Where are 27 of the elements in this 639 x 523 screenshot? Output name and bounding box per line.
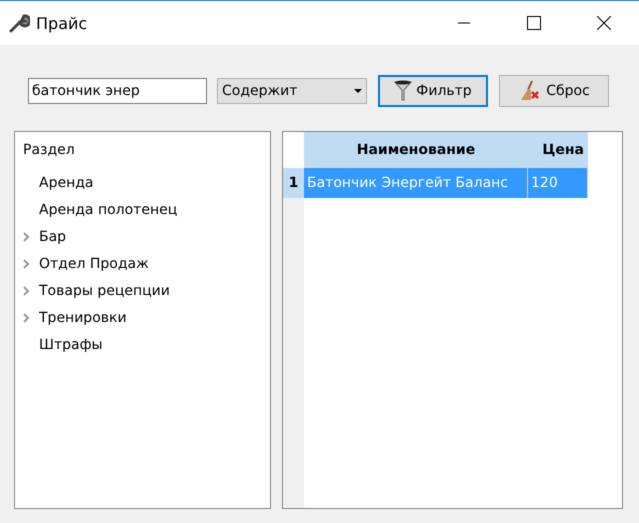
chevron-icon[interactable] bbox=[23, 312, 30, 322]
column-header[interactable]: Цена bbox=[528, 132, 588, 168]
tree-item[interactable]: Отдел Продаж bbox=[39, 256, 149, 272]
funnel-icon bbox=[394, 80, 412, 102]
tree-header: Раздел bbox=[23, 142, 76, 160]
tree-item[interactable]: Штрафы bbox=[39, 336, 103, 352]
window-title: Прайс bbox=[36, 14, 88, 32]
search-field[interactable]: батончик энер bbox=[28, 78, 207, 104]
chevron-icon[interactable] bbox=[23, 232, 30, 242]
tree-item[interactable]: Товары рецепции bbox=[39, 282, 170, 298]
tree-item[interactable]: Бар bbox=[39, 228, 66, 244]
close-icon bbox=[597, 16, 611, 30]
mode-dropdown[interactable]: Содержит bbox=[217, 78, 367, 104]
dropdown-arrow-icon bbox=[354, 89, 362, 93]
table-cell: Батончик Энергейт Баланс bbox=[304, 168, 528, 198]
chevron-icon[interactable] bbox=[23, 286, 30, 296]
filter-button[interactable]: Фильтр bbox=[378, 75, 488, 107]
maximize-icon bbox=[527, 16, 541, 30]
column-header[interactable]: Наименование bbox=[304, 132, 528, 168]
tree-item[interactable]: Тренировки bbox=[39, 310, 127, 326]
reset-button[interactable]: Сброс bbox=[499, 75, 609, 107]
tree-item[interactable]: Аренда bbox=[39, 174, 94, 190]
table-cell: 120 bbox=[528, 168, 588, 198]
chevron-icon[interactable] bbox=[23, 258, 30, 268]
wrench-icon bbox=[8, 12, 30, 34]
row-number: 1 bbox=[283, 168, 304, 198]
tree-item[interactable]: Аренда полотенец bbox=[39, 202, 178, 218]
